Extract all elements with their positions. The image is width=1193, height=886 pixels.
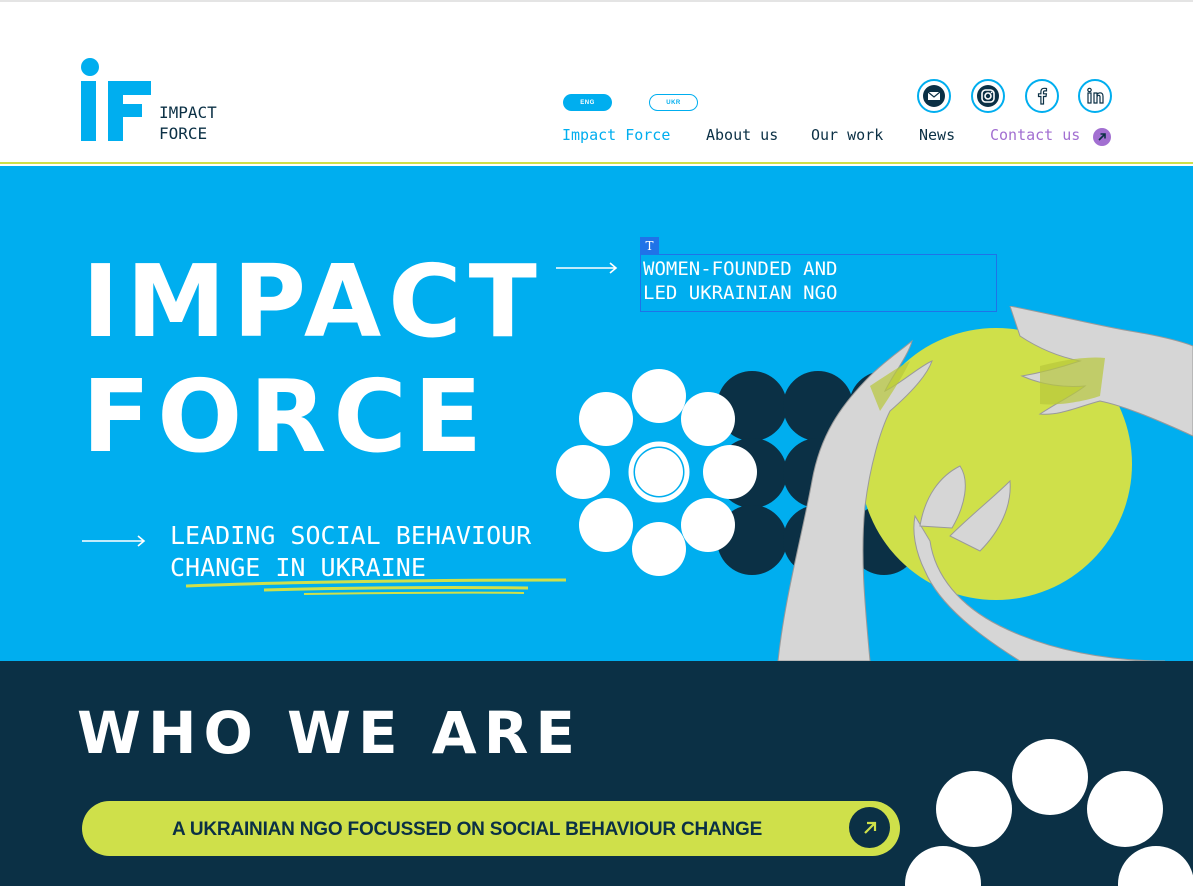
arrow-up-right-icon[interactable]: [849, 807, 890, 848]
logo-line-2: FORCE: [159, 124, 208, 143]
highlight-underline: [185, 578, 567, 595]
ngo-focus-text: A UKRAINIAN NGO FOCUSSED ON SOCIAL BEHAV…: [172, 819, 763, 840]
logo-line-1: IMPACT: [159, 103, 217, 122]
lang-eng-button[interactable]: ENG: [563, 94, 612, 111]
hero-title: IMPACT FORCE: [82, 244, 544, 474]
nav-contact-us[interactable]: Contact us: [990, 126, 1080, 144]
subtitle-line-1: LEADING SOCIAL BEHAVIOUR: [170, 521, 532, 550]
linkedin-icon[interactable]: [1078, 79, 1112, 113]
hero-subtitle: LEADING SOCIAL BEHAVIOUR CHANGE IN UKRAI…: [170, 520, 531, 584]
hero-title-line-1: IMPACT: [82, 243, 544, 360]
logo-wordmark: IMPACT FORCE: [159, 102, 217, 144]
nav-about-us[interactable]: About us: [706, 126, 778, 144]
nav-impact-force[interactable]: Impact Force: [562, 126, 670, 144]
ngo-focus-banner[interactable]: A UKRAINIAN NGO FOCUSSED ON SOCIAL BEHAV…: [82, 801, 900, 856]
who-we-are-title: WHO WE ARE: [77, 699, 582, 767]
who-we-are-section: WHO WE ARE A UKRAINIAN NGO FOCUSSED ON S…: [0, 661, 1193, 886]
nav-news[interactable]: News: [919, 126, 955, 144]
tagline-line-1: WOMEN-FOUNDED AND: [643, 258, 838, 280]
text-tool-marker: T: [640, 237, 659, 254]
site-header: IMPACT FORCE ENG UKR Impact Force About …: [0, 2, 1193, 164]
instagram-icon[interactable]: [971, 79, 1005, 113]
mail-icon[interactable]: [917, 79, 951, 113]
arrow-right-icon: [82, 535, 146, 547]
lang-ukr-button[interactable]: UKR: [649, 94, 698, 111]
decorative-circles: [905, 739, 1193, 886]
hero-section: IMPACT FORCE T WOMEN-FOUNDED AND LED UKR…: [0, 166, 1193, 661]
hero-title-line-2: FORCE: [82, 358, 490, 475]
hands-illustration: [556, 306, 1193, 661]
hero-tagline: WOMEN-FOUNDED AND LED UKRAINIAN NGO: [643, 257, 1003, 305]
nav-our-work[interactable]: Our work: [811, 126, 883, 144]
tagline-line-2: LED UKRAINIAN NGO: [643, 282, 838, 304]
contact-arrow-icon[interactable]: [1093, 128, 1111, 146]
arrow-right-icon: [556, 262, 618, 274]
facebook-icon[interactable]: [1025, 79, 1059, 113]
